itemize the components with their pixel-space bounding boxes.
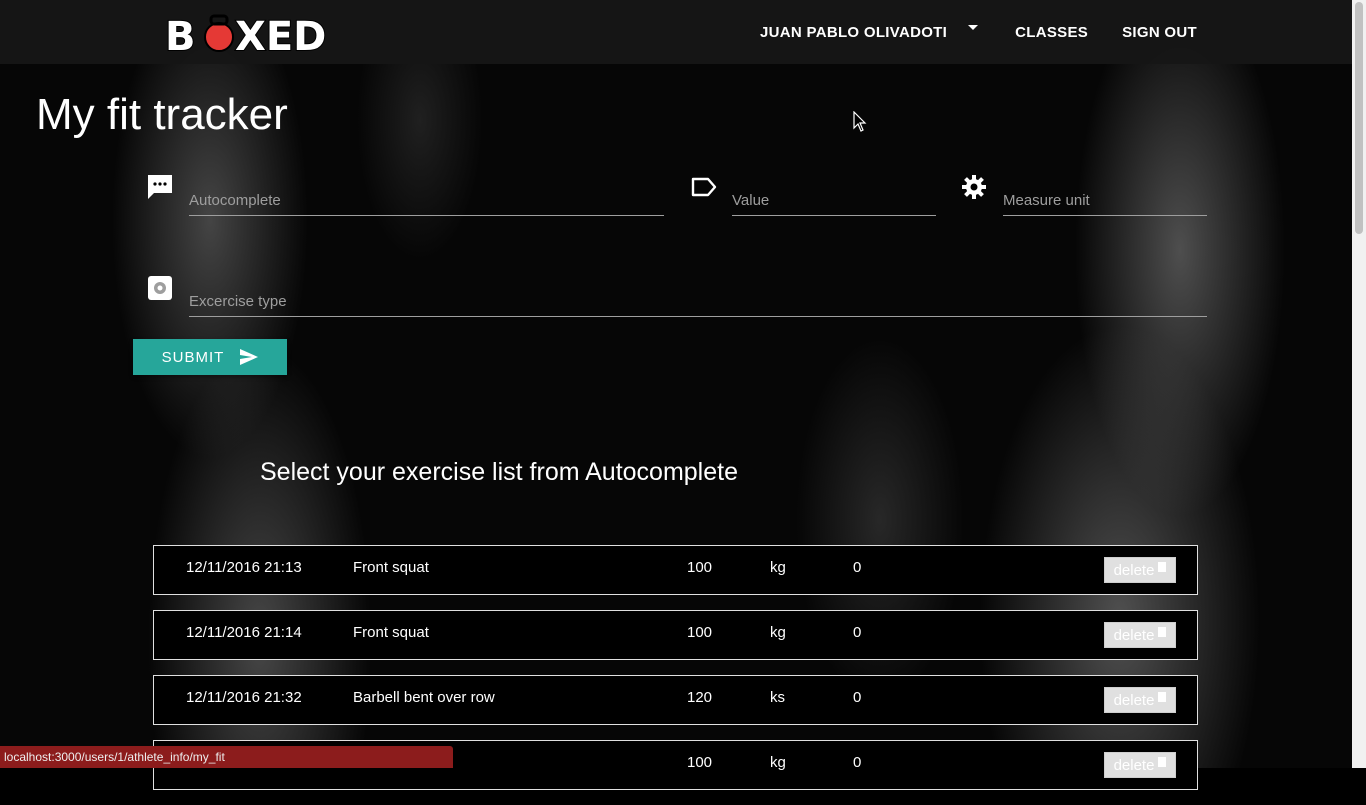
label-icon xyxy=(691,177,717,197)
delete-label: delete xyxy=(1113,756,1155,774)
row-unit: kg xyxy=(770,624,786,641)
row-exercise: Front squat xyxy=(353,559,429,576)
vertical-scrollbar[interactable] xyxy=(1352,0,1366,768)
delete-label: delete xyxy=(1113,626,1155,644)
row-extra: 0 xyxy=(853,624,862,641)
trash-icon xyxy=(1158,627,1167,637)
delete-button[interactable]: delete xyxy=(1104,752,1176,778)
mouse-cursor-icon xyxy=(853,111,867,132)
submit-button[interactable]: SUBMIT xyxy=(133,339,287,375)
browser-status-bar: localhost:3000/users/1/athlete_info/my_f… xyxy=(0,746,453,768)
autocomplete-input[interactable] xyxy=(189,185,664,216)
user-menu-dropdown[interactable]: JUAN PABLO OLIVADOTI xyxy=(760,23,979,41)
boxed-logo: B XED xyxy=(165,13,327,56)
row-date: 12/11/2016 21:14 xyxy=(186,624,302,641)
row-extra: 0 xyxy=(853,754,862,771)
brand-logo[interactable]: B XED xyxy=(165,12,335,56)
row-date: 12/11/2016 21:32 xyxy=(186,689,302,706)
page-title: My fit tracker xyxy=(36,90,288,139)
scrollbar-thumb[interactable] xyxy=(1355,2,1363,234)
send-icon xyxy=(240,349,259,365)
user-name-label: JUAN PABLO OLIVADOTI xyxy=(760,23,948,41)
row-extra: 0 xyxy=(853,559,862,576)
row-value: 100 xyxy=(687,559,713,576)
row-date: 12/11/2016 21:13 xyxy=(186,559,302,576)
row-unit: kg xyxy=(770,754,786,771)
svg-text:B: B xyxy=(165,14,196,56)
settings-applications-icon xyxy=(148,276,172,300)
caret-down-icon xyxy=(968,24,979,30)
exercise-type-input[interactable] xyxy=(189,286,1207,317)
settings-icon xyxy=(962,175,986,199)
delete-label: delete xyxy=(1113,691,1155,709)
trash-icon xyxy=(1158,692,1167,702)
svg-text:XED: XED xyxy=(235,14,326,56)
message-icon xyxy=(148,175,172,199)
delete-button[interactable]: delete xyxy=(1104,687,1176,713)
trash-icon xyxy=(1158,757,1167,767)
delete-button[interactable]: delete xyxy=(1104,622,1176,648)
main-content: My fit tracker Autocomplete Value Measur… xyxy=(0,0,1366,790)
value-input[interactable] xyxy=(732,185,936,216)
top-navbar: B XED JUAN PABLO OLIVADOTI CLASSES SIGN … xyxy=(0,0,1352,64)
row-unit: kg xyxy=(770,559,786,576)
row-value: 100 xyxy=(687,754,713,771)
trash-icon xyxy=(1158,562,1167,572)
row-unit: ks xyxy=(770,689,785,706)
measure-unit-input[interactable] xyxy=(1003,185,1207,216)
list-item: 12/11/2016 21:13 Front squat 100 kg 0 de… xyxy=(153,545,1198,595)
delete-button[interactable]: delete xyxy=(1104,557,1176,583)
row-exercise: Front squat xyxy=(353,624,429,641)
submit-label: SUBMIT xyxy=(161,348,225,366)
row-extra: 0 xyxy=(853,689,862,706)
nav-signout-link[interactable]: SIGN OUT xyxy=(1122,24,1197,41)
list-item: 12/11/2016 21:14 Front squat 100 kg 0 de… xyxy=(153,610,1198,660)
exercise-list-heading: Select your exercise list from Autocompl… xyxy=(260,458,738,486)
nav-menu: JUAN PABLO OLIVADOTI CLASSES SIGN OUT xyxy=(760,0,1197,64)
delete-label: delete xyxy=(1113,561,1155,579)
row-value: 100 xyxy=(687,624,713,641)
row-value: 120 xyxy=(687,689,713,706)
list-item: 12/11/2016 21:32 Barbell bent over row 1… xyxy=(153,675,1198,725)
nav-classes-link[interactable]: CLASSES xyxy=(1015,24,1088,41)
row-exercise: Barbell bent over row xyxy=(353,689,495,706)
